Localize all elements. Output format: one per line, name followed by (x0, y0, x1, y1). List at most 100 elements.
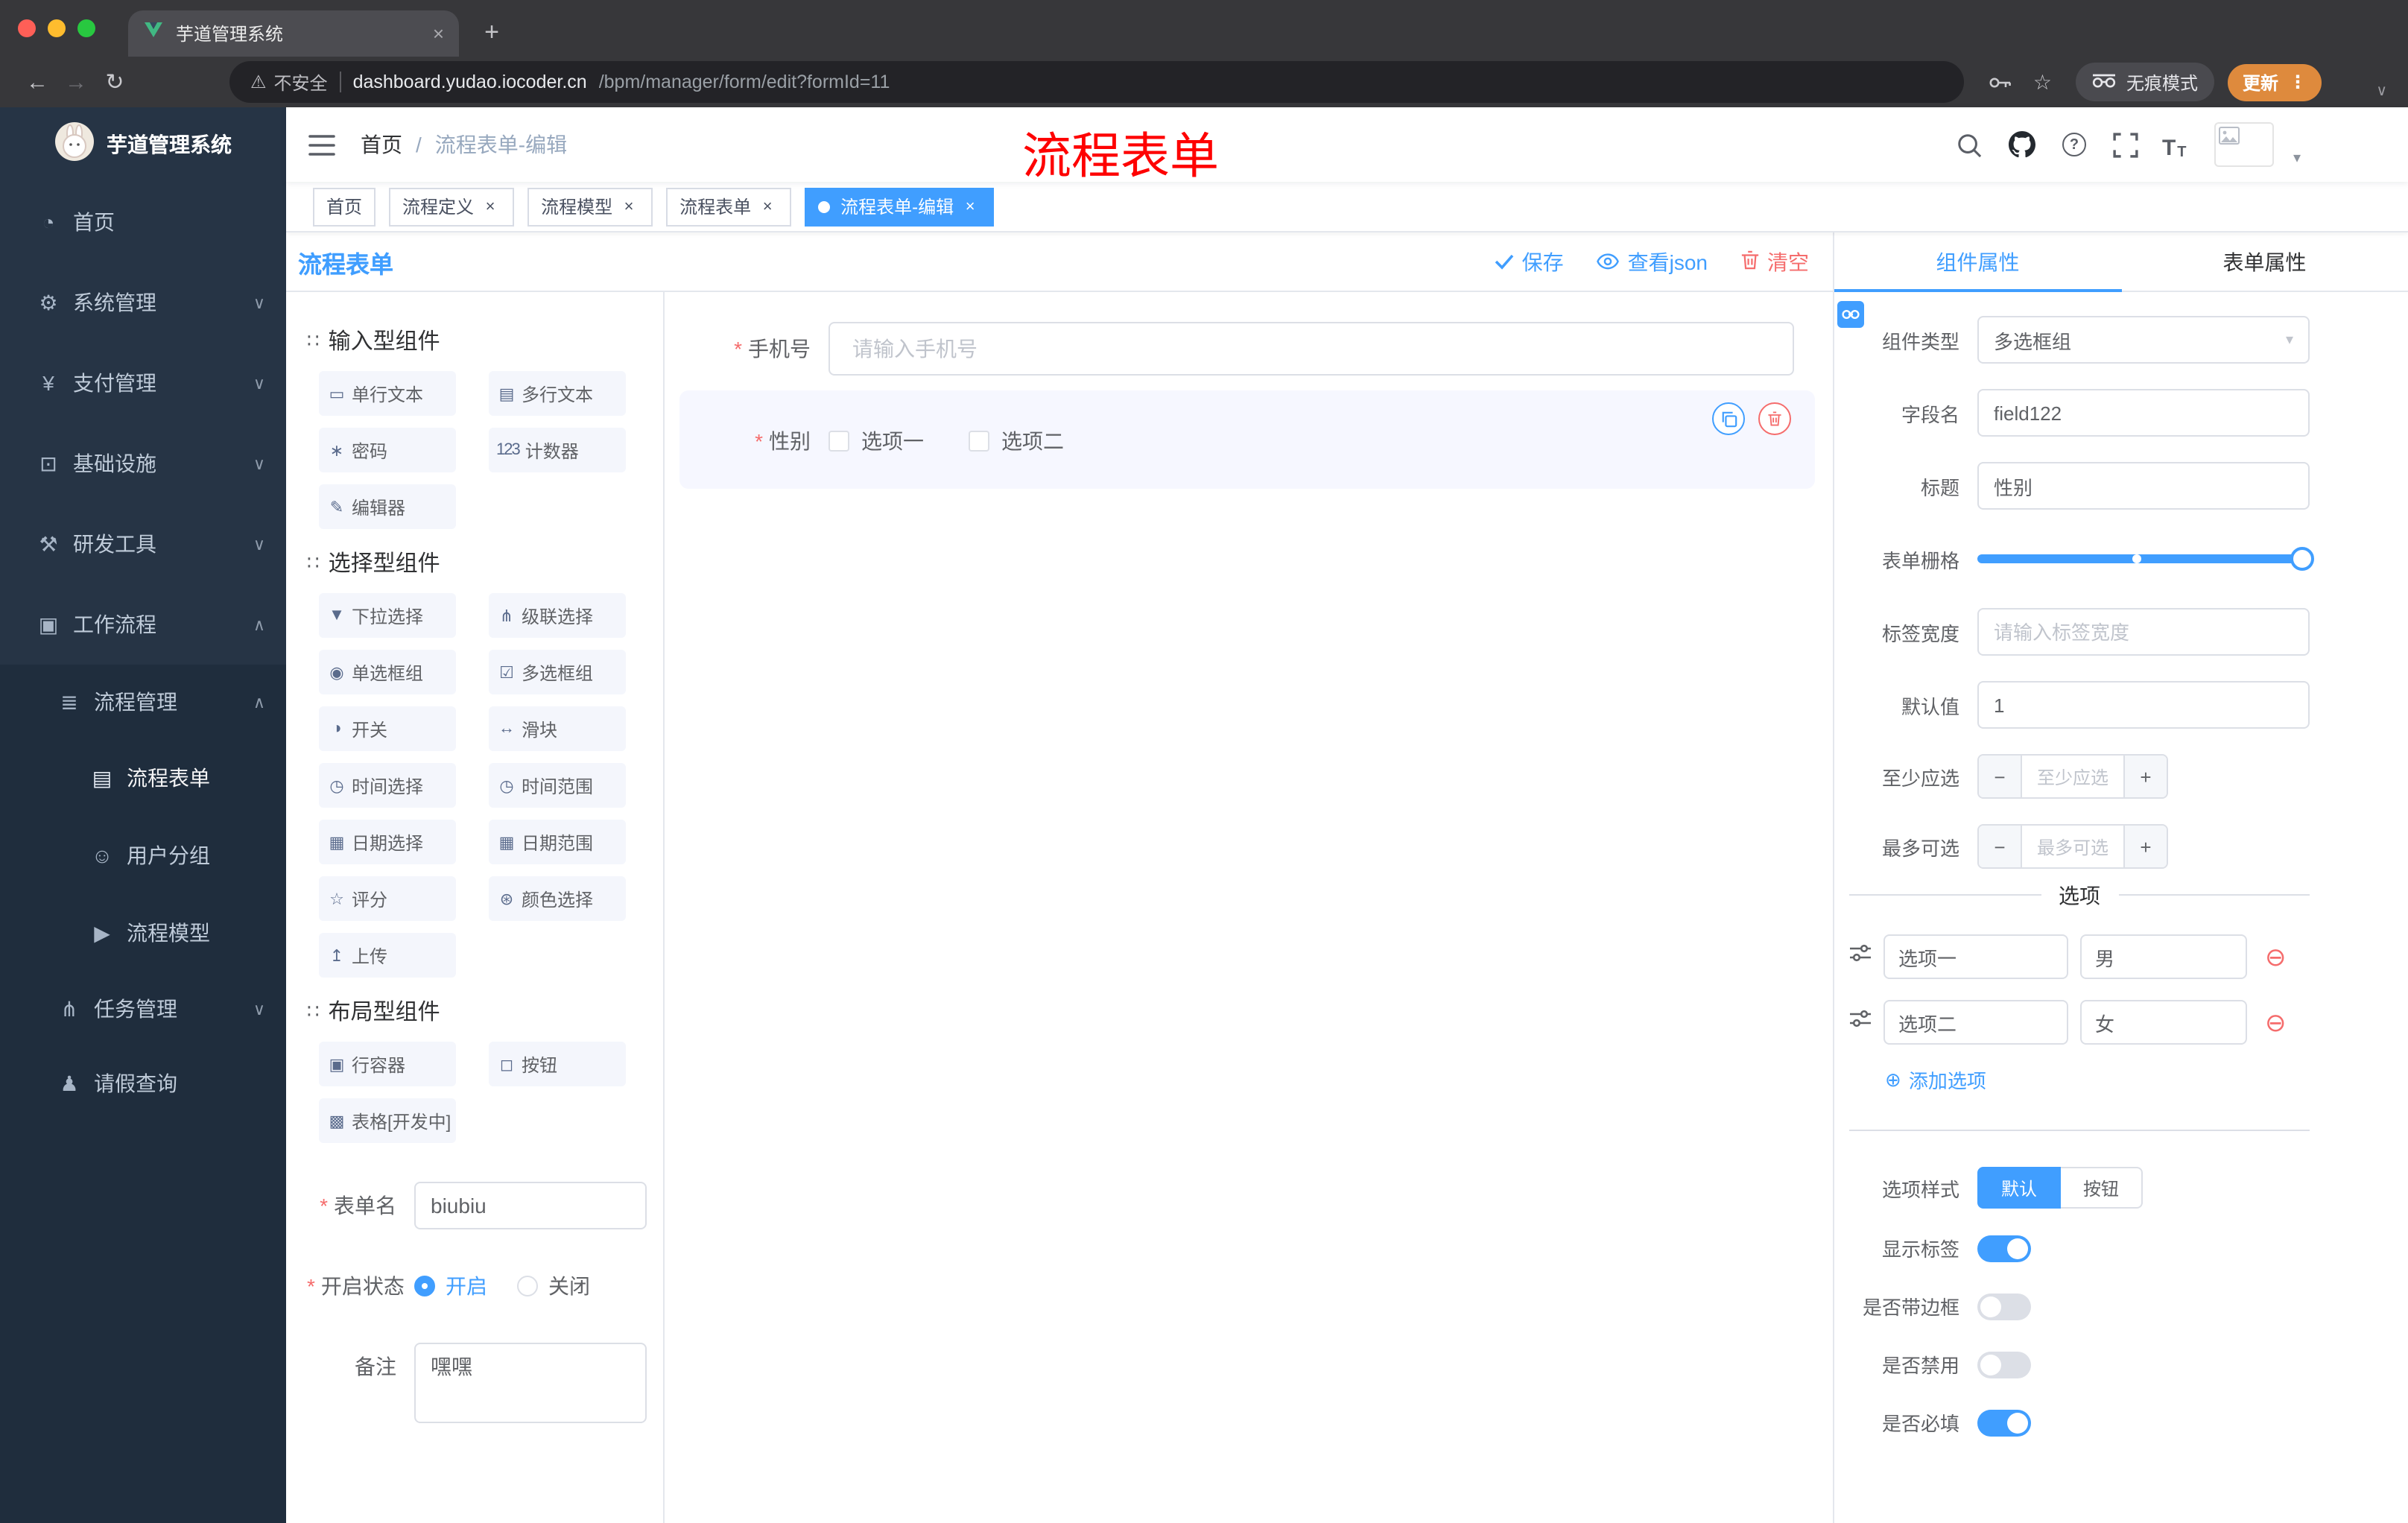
sidebar-item-user-group[interactable]: ☺ 用户分组 (0, 817, 286, 894)
label-width-input[interactable] (1977, 608, 2310, 656)
tab-form-properties[interactable]: 表单属性 (2121, 232, 2408, 291)
remove-option-icon[interactable]: ⊖ (2265, 1010, 2287, 1035)
delete-component-button[interactable] (1758, 402, 1791, 435)
decrease-button[interactable]: − (1979, 756, 2021, 797)
component-select[interactable]: ▼ 下拉选择 (319, 593, 456, 638)
sidebar-item-payment[interactable]: ¥ 支付管理 ∨ (0, 343, 286, 423)
checkbox-option-1[interactable]: 选项一 (828, 426, 924, 456)
component-slider[interactable]: ↔ 滑块 (489, 706, 626, 751)
component-password[interactable]: ∗ 密码 (319, 428, 456, 472)
sidebar-item-leave-query[interactable]: ♟ 请假查询 (0, 1046, 286, 1121)
style-button-button[interactable]: 按钮 (2061, 1167, 2144, 1209)
minimize-window-button[interactable] (48, 19, 66, 37)
copy-component-button[interactable] (1712, 402, 1745, 435)
radio-closed[interactable]: 关闭 (517, 1271, 590, 1301)
component-single-line-text[interactable]: ▭ 单行文本 (319, 371, 456, 416)
sidebar-item-process-form[interactable]: ▤ 流程表单 (0, 739, 286, 817)
password-key-icon[interactable] (1990, 75, 2012, 89)
disabled-toggle[interactable] (1977, 1351, 2031, 1378)
required-toggle[interactable] (1977, 1409, 2031, 1436)
sidebar-item-home[interactable]: ◔ 首页 (0, 182, 286, 262)
increase-button[interactable]: + (2125, 756, 2167, 797)
slider-handle[interactable] (2290, 547, 2314, 571)
sidebar-item-system[interactable]: ⚙ 系统管理 ∨ (0, 262, 286, 343)
selected-gender-component[interactable]: 性别 选项一 选项二 (679, 390, 1815, 489)
radio-open[interactable]: 开启 (414, 1271, 487, 1301)
tag-process-model[interactable]: 流程模型 × (527, 187, 653, 226)
reload-icon[interactable]: ↻ (95, 63, 134, 101)
sidebar-item-process-model[interactable]: ▶ 流程模型 (0, 894, 286, 972)
new-tab-button[interactable]: + (471, 12, 513, 54)
close-icon[interactable]: × (757, 196, 778, 217)
tag-process-form[interactable]: 流程表单 × (666, 187, 792, 226)
component-rate[interactable]: ☆ 评分 (319, 876, 456, 921)
fullscreen-icon[interactable] (2110, 128, 2143, 161)
drag-handle-icon[interactable] (1849, 1009, 1872, 1036)
form-remark-textarea[interactable]: 嘿嘿 (414, 1343, 647, 1423)
style-default-button[interactable]: 默认 (1977, 1167, 2062, 1209)
link-badge-icon[interactable] (1837, 301, 1864, 328)
component-table-dev[interactable]: ▩ 表格[开发中] (319, 1098, 456, 1143)
forward-icon[interactable]: → (57, 63, 95, 101)
component-radio-group[interactable]: ◉ 单选框组 (319, 650, 456, 694)
address-bar[interactable]: ⚠ 不安全 dashboard.yudao.iocoder.cn/bpm/man… (229, 61, 1965, 103)
decrease-button[interactable]: − (1979, 826, 2021, 867)
component-row-container[interactable]: ▣ 行容器 (319, 1042, 456, 1086)
checkbox-option-2[interactable]: 选项二 (969, 426, 1064, 456)
back-icon[interactable]: ← (18, 63, 57, 101)
text-size-icon[interactable]: TT (2162, 128, 2195, 161)
grid-slider[interactable] (1977, 535, 2314, 583)
component-time-picker[interactable]: ◷ 时间选择 (319, 763, 456, 808)
phone-input[interactable] (828, 322, 1794, 376)
sidebar-item-process-management[interactable]: ≣ 流程管理 ∧ (0, 665, 286, 739)
component-switch[interactable]: ◑ 开关 (319, 706, 456, 751)
sidebar-item-task-management[interactable]: ⋔ 任务管理 ∨ (0, 972, 286, 1046)
menu-kebab-icon[interactable]: ⋮ (2289, 72, 2307, 92)
browser-tab[interactable]: 芋道管理系统 × (128, 10, 459, 57)
form-name-input[interactable] (414, 1182, 647, 1229)
close-icon[interactable]: × (480, 196, 501, 217)
tag-process-form-edit[interactable]: 流程表单-编辑 × (805, 187, 995, 226)
component-date-range[interactable]: ▦ 日期范围 (489, 820, 626, 864)
title-input[interactable] (1977, 462, 2310, 510)
component-type-select[interactable]: 多选框组 ▾ (1977, 316, 2310, 364)
component-textarea[interactable]: ▤ 多行文本 (489, 371, 626, 416)
help-icon[interactable]: ? (2058, 128, 2091, 161)
clear-button[interactable]: 清空 (1740, 247, 1809, 276)
component-button[interactable]: ◻ 按钮 (489, 1042, 626, 1086)
hamburger-icon[interactable] (286, 133, 358, 156)
view-json-button[interactable]: 查看json (1597, 247, 1708, 276)
sidebar-item-devtools[interactable]: ⚒ 研发工具 ∨ (0, 504, 286, 584)
component-time-range[interactable]: ◷ 时间范围 (489, 763, 626, 808)
zoom-window-button[interactable] (77, 19, 95, 37)
close-icon[interactable]: × (960, 196, 980, 217)
border-toggle[interactable] (1977, 1293, 2031, 1320)
option-value-input[interactable] (2080, 934, 2247, 979)
sidebar-item-workflow[interactable]: ▣ 工作流程 ∧ (0, 584, 286, 665)
option-label-input[interactable] (1883, 1000, 2068, 1045)
drag-handle-icon[interactable] (1849, 943, 1872, 970)
tag-process-definition[interactable]: 流程定义 × (389, 187, 515, 226)
close-window-button[interactable] (18, 19, 36, 37)
option-value-input[interactable] (2080, 1000, 2247, 1045)
add-option-button[interactable]: ⊕ 添加选项 (1885, 1066, 2310, 1094)
remove-option-icon[interactable]: ⊖ (2265, 944, 2287, 969)
search-icon[interactable] (1954, 128, 1986, 161)
close-icon[interactable]: × (618, 196, 639, 217)
show-label-toggle[interactable] (1977, 1235, 2031, 1261)
component-color-picker[interactable]: ⊛ 颜色选择 (489, 876, 626, 921)
min-select-value[interactable]: 至少应选 (2021, 756, 2125, 797)
update-button[interactable]: 更新 ⋮ (2227, 63, 2322, 101)
save-button[interactable]: 保存 (1495, 247, 1564, 276)
bookmark-star-icon[interactable]: ☆ (2033, 69, 2052, 95)
component-editor[interactable]: ✎ 编辑器 (319, 484, 456, 529)
option-label-input[interactable] (1883, 934, 2068, 979)
component-cascader[interactable]: ⋔ 级联选择 (489, 593, 626, 638)
slider-track[interactable] (1977, 547, 2314, 571)
breadcrumb-home[interactable]: 首页 (361, 130, 402, 159)
close-tab-icon[interactable]: × (433, 22, 444, 45)
component-date-picker[interactable]: ▦ 日期选择 (319, 820, 456, 864)
phone-field-row[interactable]: 手机号 (679, 322, 1815, 376)
tab-component-properties[interactable]: 组件属性 (1834, 232, 2121, 292)
avatar-caret-icon[interactable]: ▾ (2293, 151, 2301, 167)
